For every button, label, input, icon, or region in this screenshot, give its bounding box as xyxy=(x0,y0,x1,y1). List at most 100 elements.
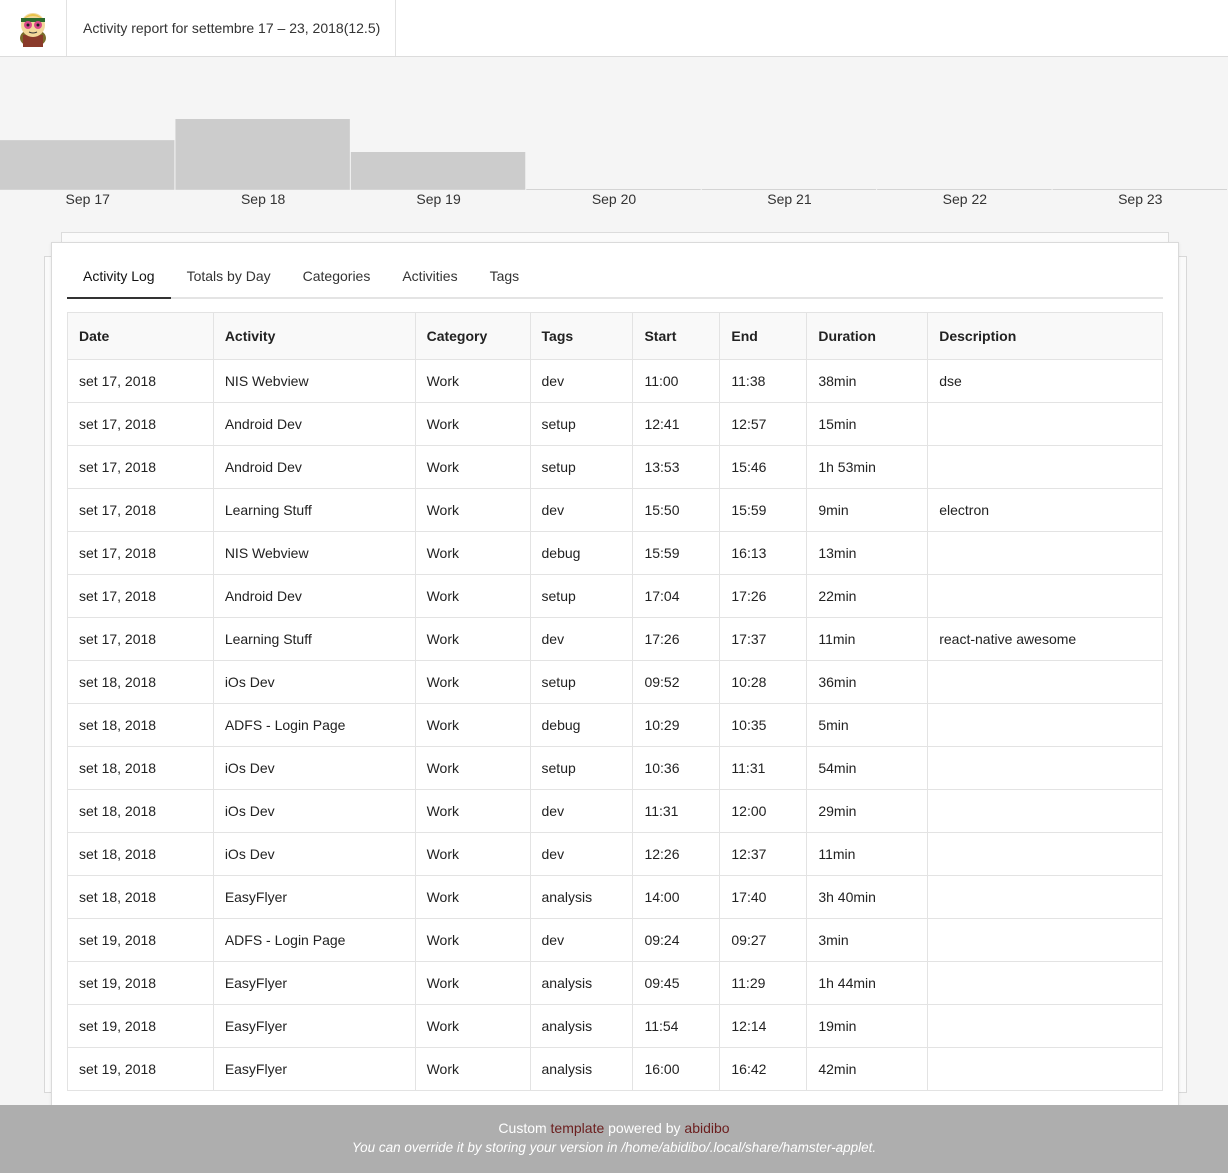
activity-cell: NIS Webview xyxy=(212,359,416,403)
chart-tick-label: Sep 21 xyxy=(767,191,812,207)
start-cell: 17:26 xyxy=(632,617,721,661)
duration-cell: 22min xyxy=(806,574,929,618)
end-cell: 10:28 xyxy=(719,660,808,704)
category-cell: Work xyxy=(414,918,531,962)
date-cell: set 17, 2018 xyxy=(67,617,214,661)
date-cell: set 18, 2018 xyxy=(67,660,214,704)
column-header: End xyxy=(719,312,808,360)
column-header: Tags xyxy=(529,312,634,360)
page-title: Activity report for settembre 17 – 23, 2… xyxy=(67,0,397,56)
description-cell xyxy=(927,918,1163,962)
end-cell: 15:46 xyxy=(719,445,808,489)
tags-cell: analysis xyxy=(529,1004,634,1048)
start-cell: 15:50 xyxy=(632,488,721,532)
category-cell: Work xyxy=(414,574,531,618)
date-cell: set 18, 2018 xyxy=(67,703,214,747)
end-cell: 11:38 xyxy=(719,359,808,403)
end-cell: 12:57 xyxy=(719,402,808,446)
duration-cell: 36min xyxy=(806,660,929,704)
activity-cell: NIS Webview xyxy=(212,531,416,575)
start-cell: 09:45 xyxy=(632,961,721,1005)
date-cell: set 17, 2018 xyxy=(67,574,214,618)
chart-tick-label: Sep 20 xyxy=(592,191,637,207)
start-cell: 12:41 xyxy=(632,402,721,446)
tags-cell: setup xyxy=(529,660,634,704)
activity-log-table: Date Activity Category Tags Start End Duration… xyxy=(67,312,1163,1091)
activity-cell: EasyFlyer xyxy=(212,875,416,919)
description-cell xyxy=(927,660,1163,704)
tags-cell: debug xyxy=(529,531,634,575)
table-row: set 19, 2018 EasyFlyer Work analysis 11:54 12… xyxy=(67,1004,1163,1048)
column-header: Date xyxy=(67,312,214,360)
activity-cell: iOs Dev xyxy=(212,789,416,833)
column-header: Activity xyxy=(212,312,416,360)
end-cell: 17:26 xyxy=(719,574,808,618)
duration-cell: 11min xyxy=(806,617,929,661)
tags-cell: dev xyxy=(529,617,634,661)
tab-totals-by-day[interactable]: Totals by Day xyxy=(171,257,287,297)
date-cell: set 17, 2018 xyxy=(67,488,214,532)
end-cell: 11:29 xyxy=(719,961,808,1005)
tags-cell: setup xyxy=(529,445,634,489)
activity-cell: iOs Dev xyxy=(212,832,416,876)
duration-cell: 11min xyxy=(806,832,929,876)
table-row: set 18, 2018 EasyFlyer Work analysis 14:00 17… xyxy=(67,875,1163,919)
author-link[interactable]: abidibo xyxy=(684,1120,729,1136)
template-link[interactable]: template xyxy=(551,1120,605,1136)
daily-totals-chart: Sep 17 Sep 18 Sep 19 Sep 20 Sep 21 Sep 22 Sep … xyxy=(0,57,1228,217)
tab-tags[interactable]: Tags xyxy=(474,257,536,297)
start-cell: 09:52 xyxy=(632,660,721,704)
description-cell xyxy=(927,1004,1163,1048)
chart-tick-label: Sep 18 xyxy=(241,191,286,207)
description-cell xyxy=(927,961,1163,1005)
chart-bar xyxy=(350,152,526,189)
end-cell: 16:42 xyxy=(719,1047,808,1091)
top-bar: Activity report for settembre 17 – 23, 2… xyxy=(0,0,1228,57)
end-cell: 12:14 xyxy=(719,1004,808,1048)
end-cell: 12:00 xyxy=(719,789,808,833)
activity-cell: ADFS - Login Page xyxy=(212,703,416,747)
duration-cell: 5min xyxy=(806,703,929,747)
activity-cell: Android Dev xyxy=(212,445,416,489)
table-row: set 18, 2018 iOs Dev Work dev 11:31 12:00 29mi… xyxy=(67,789,1163,833)
duration-cell: 38min xyxy=(806,359,929,403)
category-cell: Work xyxy=(414,746,531,790)
end-cell: 15:59 xyxy=(719,488,808,532)
footer-powered-text: powered by xyxy=(608,1120,681,1136)
footer-custom-text: Custom xyxy=(498,1120,547,1136)
duration-cell: 1h 44min xyxy=(806,961,929,1005)
chart-tick-label: Sep 22 xyxy=(943,191,988,207)
date-cell: set 17, 2018 xyxy=(67,359,214,403)
activity-cell: EasyFlyer xyxy=(212,961,416,1005)
tags-cell: dev xyxy=(529,832,634,876)
description-cell xyxy=(927,875,1163,919)
column-header: Description xyxy=(927,312,1163,360)
table-body: set 17, 2018 NIS Webview Work dev 11:00 11:38… xyxy=(67,359,1163,1091)
start-cell: 11:31 xyxy=(632,789,721,833)
tab-activities[interactable]: Activities xyxy=(386,257,473,297)
tab-activity-log[interactable]: Activity Log xyxy=(67,257,171,299)
end-cell: 17:37 xyxy=(719,617,808,661)
duration-cell: 42min xyxy=(806,1047,929,1091)
column-header: Category xyxy=(414,312,531,360)
table-row: set 18, 2018 ADFS - Login Page Work debug 10… xyxy=(67,703,1163,747)
duration-cell: 3h 40min xyxy=(806,875,929,919)
date-cell: set 19, 2018 xyxy=(67,1047,214,1091)
tags-cell: setup xyxy=(529,574,634,618)
tags-cell: debug xyxy=(529,703,634,747)
description-cell xyxy=(927,402,1163,446)
end-cell: 10:35 xyxy=(719,703,808,747)
duration-cell: 13min xyxy=(806,531,929,575)
tags-cell: dev xyxy=(529,789,634,833)
tags-cell: setup xyxy=(529,746,634,790)
tab-categories[interactable]: Categories xyxy=(287,257,387,297)
activity-cell: ADFS - Login Page xyxy=(212,918,416,962)
table-row: set 17, 2018 NIS Webview Work dev 11:00 11:38… xyxy=(67,359,1163,403)
description-cell: dse xyxy=(927,359,1163,403)
date-cell: set 18, 2018 xyxy=(67,746,214,790)
description-cell xyxy=(927,746,1163,790)
activity-cell: EasyFlyer xyxy=(212,1047,416,1091)
date-cell: set 18, 2018 xyxy=(67,789,214,833)
chart-bar xyxy=(0,140,175,189)
duration-cell: 15min xyxy=(806,402,929,446)
